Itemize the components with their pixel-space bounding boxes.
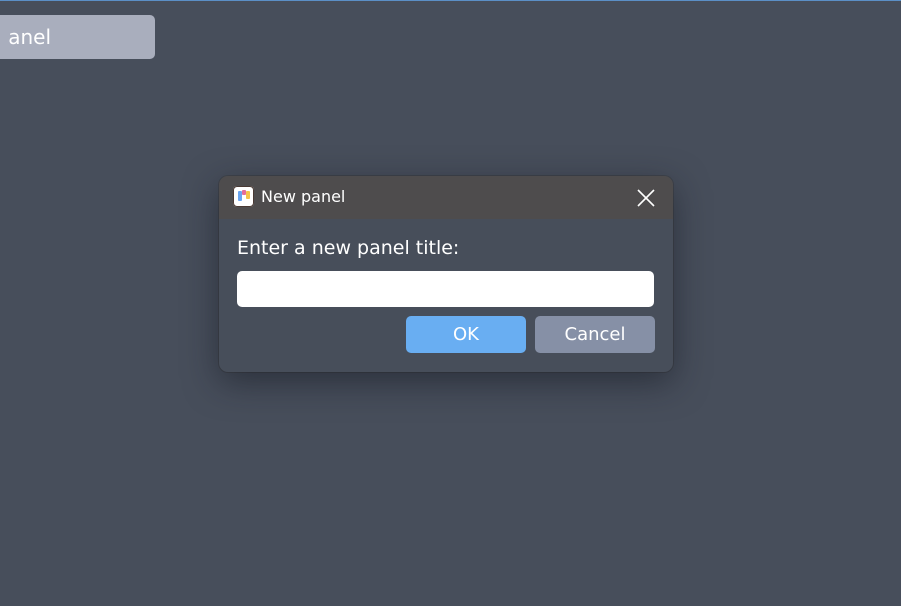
dialog-prompt: Enter a new panel title: [237, 237, 460, 259]
panel-button-label: anel [8, 25, 51, 49]
dialog-title: New panel [261, 187, 346, 206]
top-accent-line [0, 0, 901, 1]
close-button[interactable] [631, 184, 661, 212]
new-panel-dialog: New panel Enter a new panel title: OK Ca… [219, 176, 673, 372]
ok-button[interactable]: OK [406, 316, 526, 353]
cancel-button[interactable]: Cancel [535, 316, 655, 353]
app-logo-icon [233, 186, 254, 207]
panel-button[interactable]: anel [0, 15, 155, 59]
panel-title-input[interactable] [237, 271, 654, 307]
close-icon [631, 184, 661, 212]
dialog-titlebar[interactable]: New panel [219, 176, 673, 219]
